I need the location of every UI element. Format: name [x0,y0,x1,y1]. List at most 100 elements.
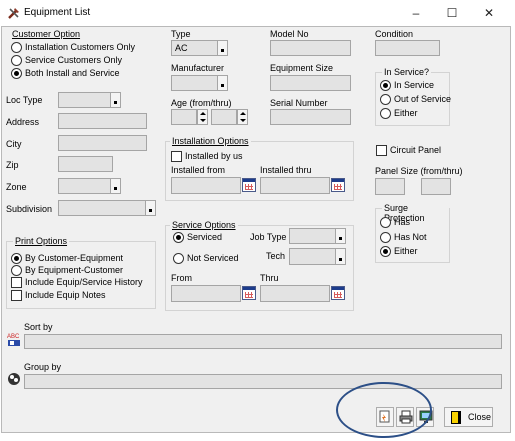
city-field[interactable] [58,135,147,151]
installation-options-label: Installation Options [170,136,251,146]
calendar-icon[interactable] [242,286,256,300]
circuit-panel-checkbox[interactable] [376,145,387,156]
zone-combo[interactable] [58,178,121,194]
zip-field[interactable] [58,156,113,172]
installed-from-field[interactable] [171,177,241,194]
manufacturer-combo[interactable] [171,75,228,91]
age-thru-spinner[interactable] [237,109,248,125]
radio-in-service[interactable] [380,80,391,91]
radio-label: Out of Service [394,94,452,104]
radio-has-not[interactable] [380,232,391,243]
radio-service-customers-only[interactable] [11,55,22,66]
radio-label: Has Not [394,232,427,242]
service-thru-label: Thru [260,273,279,283]
radio-by-equipment-customer[interactable] [11,265,22,276]
serial-number-label: Serial Number [270,98,328,108]
installed-thru-field[interactable] [260,177,330,194]
equipment-size-field[interactable] [270,75,351,91]
in-service-label: In Service? [382,67,432,77]
age-label: Age (from/thru) [171,98,232,108]
age-thru-field[interactable] [211,109,237,125]
panel-size-from-field[interactable] [375,178,405,195]
calendar-icon[interactable] [242,178,256,192]
form-client-area: Customer Option Installation Customers O… [1,26,511,433]
radio-has[interactable] [380,217,391,228]
radio-by-customer-equipment[interactable] [11,253,22,264]
radio-surge-either[interactable] [380,246,391,257]
serial-number-field[interactable] [270,109,351,125]
age-from-field[interactable] [171,109,197,125]
chevron-down-icon[interactable] [217,75,228,91]
radio-both-install-and-service[interactable] [11,68,22,79]
condition-field[interactable] [375,40,440,56]
minimize-button[interactable]: – [402,4,430,22]
installed-by-us-checkbox[interactable] [171,151,182,162]
tech-combo[interactable] [289,248,346,265]
customer-option-label: Customer Option [12,29,81,39]
svg-text:ABC: ABC [7,334,20,340]
calendar-icon[interactable] [331,286,345,300]
radio-in-service-either[interactable] [380,108,391,119]
radio-label: Not Serviced [187,253,239,263]
model-no-label: Model No [270,29,309,39]
chevron-down-icon[interactable] [335,248,346,265]
sort-abc-icon[interactable]: ABC [6,331,22,347]
group-by-field[interactable] [24,374,502,389]
checkbox-label: Installed by us [185,151,243,161]
chevron-down-icon[interactable] [335,228,346,244]
loc-type-label: Loc Type [6,95,43,105]
type-combo[interactable]: AC [171,40,228,56]
radio-label: By Customer-Equipment [25,253,124,263]
type-value: AC [175,43,188,53]
tools-icon [8,8,19,19]
equipment-list-window: Equipment List – ☐ ✕ Customer Option Ins… [0,0,515,441]
model-no-field[interactable] [270,40,351,56]
close-button[interactable]: Close [444,407,493,427]
panel-size-thru-field[interactable] [421,178,451,195]
loc-type-combo[interactable] [58,92,121,108]
radio-label: Either [394,108,418,118]
zip-label: Zip [6,160,19,170]
zone-label: Zone [6,182,27,192]
group-by-label: Group by [24,362,62,372]
door-exit-icon [451,411,461,424]
checkbox-label: Include Equip/Service History [25,277,143,287]
service-thru-field[interactable] [260,285,330,302]
chevron-down-icon[interactable] [145,200,156,216]
service-options-label: Service Options [170,220,238,230]
radio-out-of-service[interactable] [380,94,391,105]
chevron-down-icon[interactable] [217,40,228,56]
radio-label: Both Install and Service [25,68,120,78]
print-options-label: Print Options [13,236,70,246]
radio-label: Service Customers Only [25,55,123,65]
sort-by-label: Sort by [24,322,53,332]
type-label: Type [171,29,191,39]
subdivision-combo[interactable] [58,200,156,216]
maximize-button[interactable]: ☐ [438,4,466,22]
radio-serviced[interactable] [173,232,184,243]
radio-label: Has [394,217,411,227]
radio-installation-customers-only[interactable] [11,42,22,53]
job-type-combo[interactable] [289,228,346,244]
window-title: Equipment List [24,7,91,18]
chevron-down-icon[interactable] [110,178,121,194]
radio-label: Either [394,246,418,256]
installed-thru-label: Installed thru [260,165,312,175]
include-history-checkbox[interactable] [11,277,22,288]
checkbox-label: Circuit Panel [390,145,442,155]
chevron-down-icon[interactable] [110,92,121,108]
radio-not-serviced[interactable] [173,253,184,264]
include-notes-checkbox[interactable] [11,290,22,301]
service-from-label: From [171,273,192,283]
sort-by-field[interactable] [24,334,502,349]
age-from-spinner[interactable] [197,109,208,125]
service-from-field[interactable] [171,285,241,302]
close-window-button[interactable]: ✕ [475,4,503,22]
city-label: City [6,139,22,149]
address-field[interactable] [58,113,147,129]
group-icon[interactable] [6,371,22,387]
calendar-icon[interactable] [331,178,345,192]
subdivision-label: Subdivision [6,204,53,214]
close-button-label: Close [468,412,492,422]
surge-protection-label: Surge Protection [382,203,449,223]
